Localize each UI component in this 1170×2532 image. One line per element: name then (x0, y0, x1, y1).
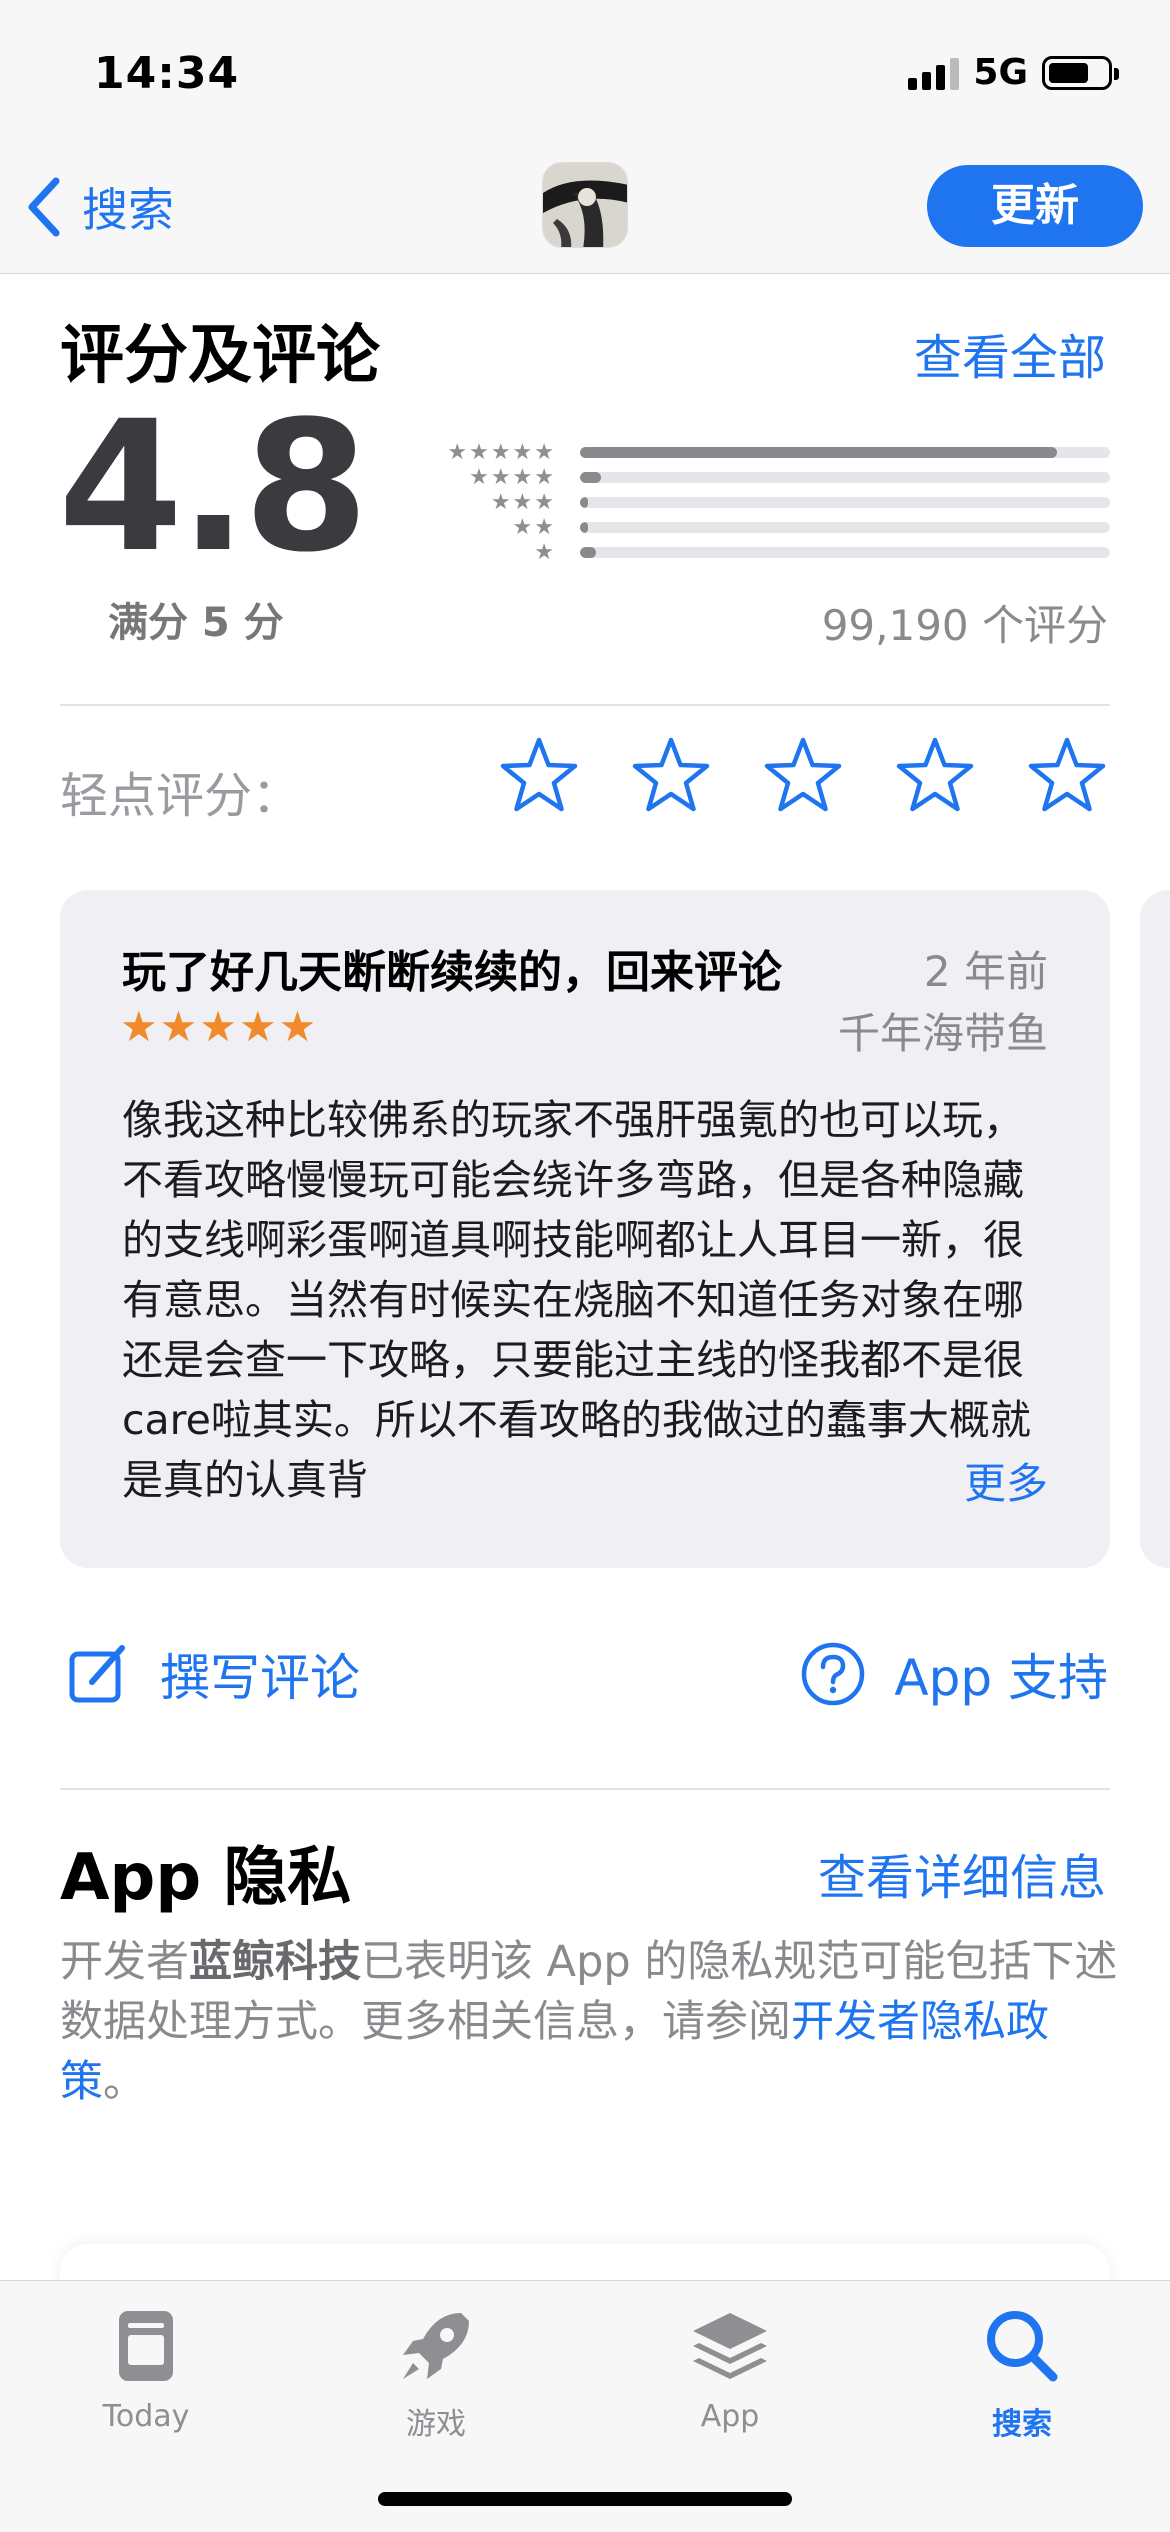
rate-star-1-icon[interactable] (498, 735, 580, 817)
privacy-text-suffix: 。 (103, 2057, 146, 2107)
tab-label: App (700, 2399, 760, 2434)
divider (60, 1788, 1110, 1790)
write-review-button[interactable]: 撰写评论 (66, 1638, 360, 1710)
privacy-text-prefix: 开发者 (60, 1937, 189, 1987)
histogram-stars: ★★ (512, 514, 556, 540)
histogram-bar (580, 472, 1110, 483)
review-date: 2 年前 (923, 947, 1048, 996)
histogram-row-5-star: ★★★★★ (430, 440, 1110, 465)
tab-label: Today (102, 2399, 190, 2434)
app-stack-icon (693, 2313, 767, 2379)
privacy-title: App 隐私 (60, 1841, 352, 1915)
privacy-description: 开发者蓝鲸科技已表明该 App 的隐私规范可能包括下述数据处理方式。更多相关信息… (60, 1932, 1120, 2112)
privacy-details-link[interactable]: 查看详细信息 (818, 1838, 1106, 1908)
next-review-card[interactable] (1140, 890, 1170, 1568)
compose-icon (69, 1645, 125, 1703)
review-title: 玩了好几天断断续续的，回来评论 (122, 947, 782, 998)
review-more-link[interactable]: 更多 (903, 1450, 1048, 1511)
today-icon (119, 2311, 173, 2381)
tab-apps[interactable]: App (630, 2301, 830, 2434)
see-all-link[interactable]: 查看全部 (914, 318, 1106, 388)
rate-star-3-icon[interactable] (762, 735, 844, 817)
review-body: 像我这种比较佛系的玩家不强肝强氪的也可以玩，不看攻略慢慢玩可能会绕许多弯路，但是… (122, 1096, 1031, 1504)
back-button[interactable]: 搜索 (24, 174, 174, 240)
network-type: 5G (973, 52, 1028, 93)
rate-star-2-icon[interactable] (630, 735, 712, 817)
signal-icon (908, 56, 960, 90)
divider (60, 704, 1110, 706)
tab-label: 游戏 (406, 2407, 466, 2442)
developer-name: 蓝鲸科技 (189, 1937, 361, 1987)
histogram-bar (580, 447, 1110, 458)
tap-to-rate-stars (498, 735, 1108, 817)
histogram-stars: ★★★ (490, 489, 556, 515)
rating-histogram: ★★★★★ ★★★★ ★★★ ★★ ★ (430, 440, 1110, 565)
review-author: 千年海带鱼 (837, 1009, 1048, 1058)
score-out-of: 满分 5 分 (108, 600, 284, 646)
rate-star-5-icon[interactable] (1026, 735, 1108, 817)
review-card[interactable]: 玩了好几天断断续续的，回来评论 2 年前 ★★★★★ 千年海带鱼 像我这种比较佛… (60, 890, 1110, 1568)
home-indicator[interactable] (378, 2492, 792, 2506)
update-button[interactable]: 更新 (927, 165, 1143, 247)
review-stars: ★★★★★ (120, 1002, 319, 1051)
search-icon (987, 2311, 1058, 2382)
tap-to-rate-label: 轻点评分： (60, 768, 301, 824)
histogram-bar (580, 497, 1110, 508)
status-indicators: 5G (908, 52, 1119, 93)
histogram-row-2-star: ★★ (430, 515, 1110, 540)
tab-search[interactable]: 搜索 (922, 2301, 1122, 2443)
rate-star-4-icon[interactable] (894, 735, 976, 817)
write-review-label: 撰写评论 (160, 1649, 360, 1707)
chevron-left-icon (28, 177, 60, 237)
average-score: 4.8 (58, 383, 369, 592)
tab-games[interactable]: 游戏 (336, 2301, 536, 2443)
question-circle-icon (802, 1642, 865, 1706)
histogram-row-4-star: ★★★★ (430, 465, 1110, 490)
histogram-row-3-star: ★★★ (430, 490, 1110, 515)
tab-label: 搜索 (992, 2407, 1052, 2442)
battery-icon (1042, 55, 1119, 90)
app-icon[interactable] (542, 162, 628, 248)
tab-today[interactable]: Today (46, 2301, 246, 2434)
histogram-row-1-star: ★ (430, 540, 1110, 565)
histogram-stars: ★★★★★ (447, 439, 556, 465)
app-support-button[interactable]: App 支持 (800, 1638, 1108, 1710)
histogram-stars: ★★★★ (469, 464, 556, 490)
histogram-stars: ★ (534, 539, 556, 565)
rating-count: 99,190 个评分 (821, 601, 1108, 650)
histogram-bar (580, 522, 1110, 533)
back-label: 搜索 (82, 183, 174, 237)
histogram-bar (580, 547, 1110, 558)
top-bar: 14:34 5G 搜索 更新 (0, 0, 1170, 274)
rocket-icon (403, 2313, 469, 2379)
status-time: 14:34 (94, 48, 240, 99)
app-support-label: App 支持 (894, 1649, 1108, 1707)
